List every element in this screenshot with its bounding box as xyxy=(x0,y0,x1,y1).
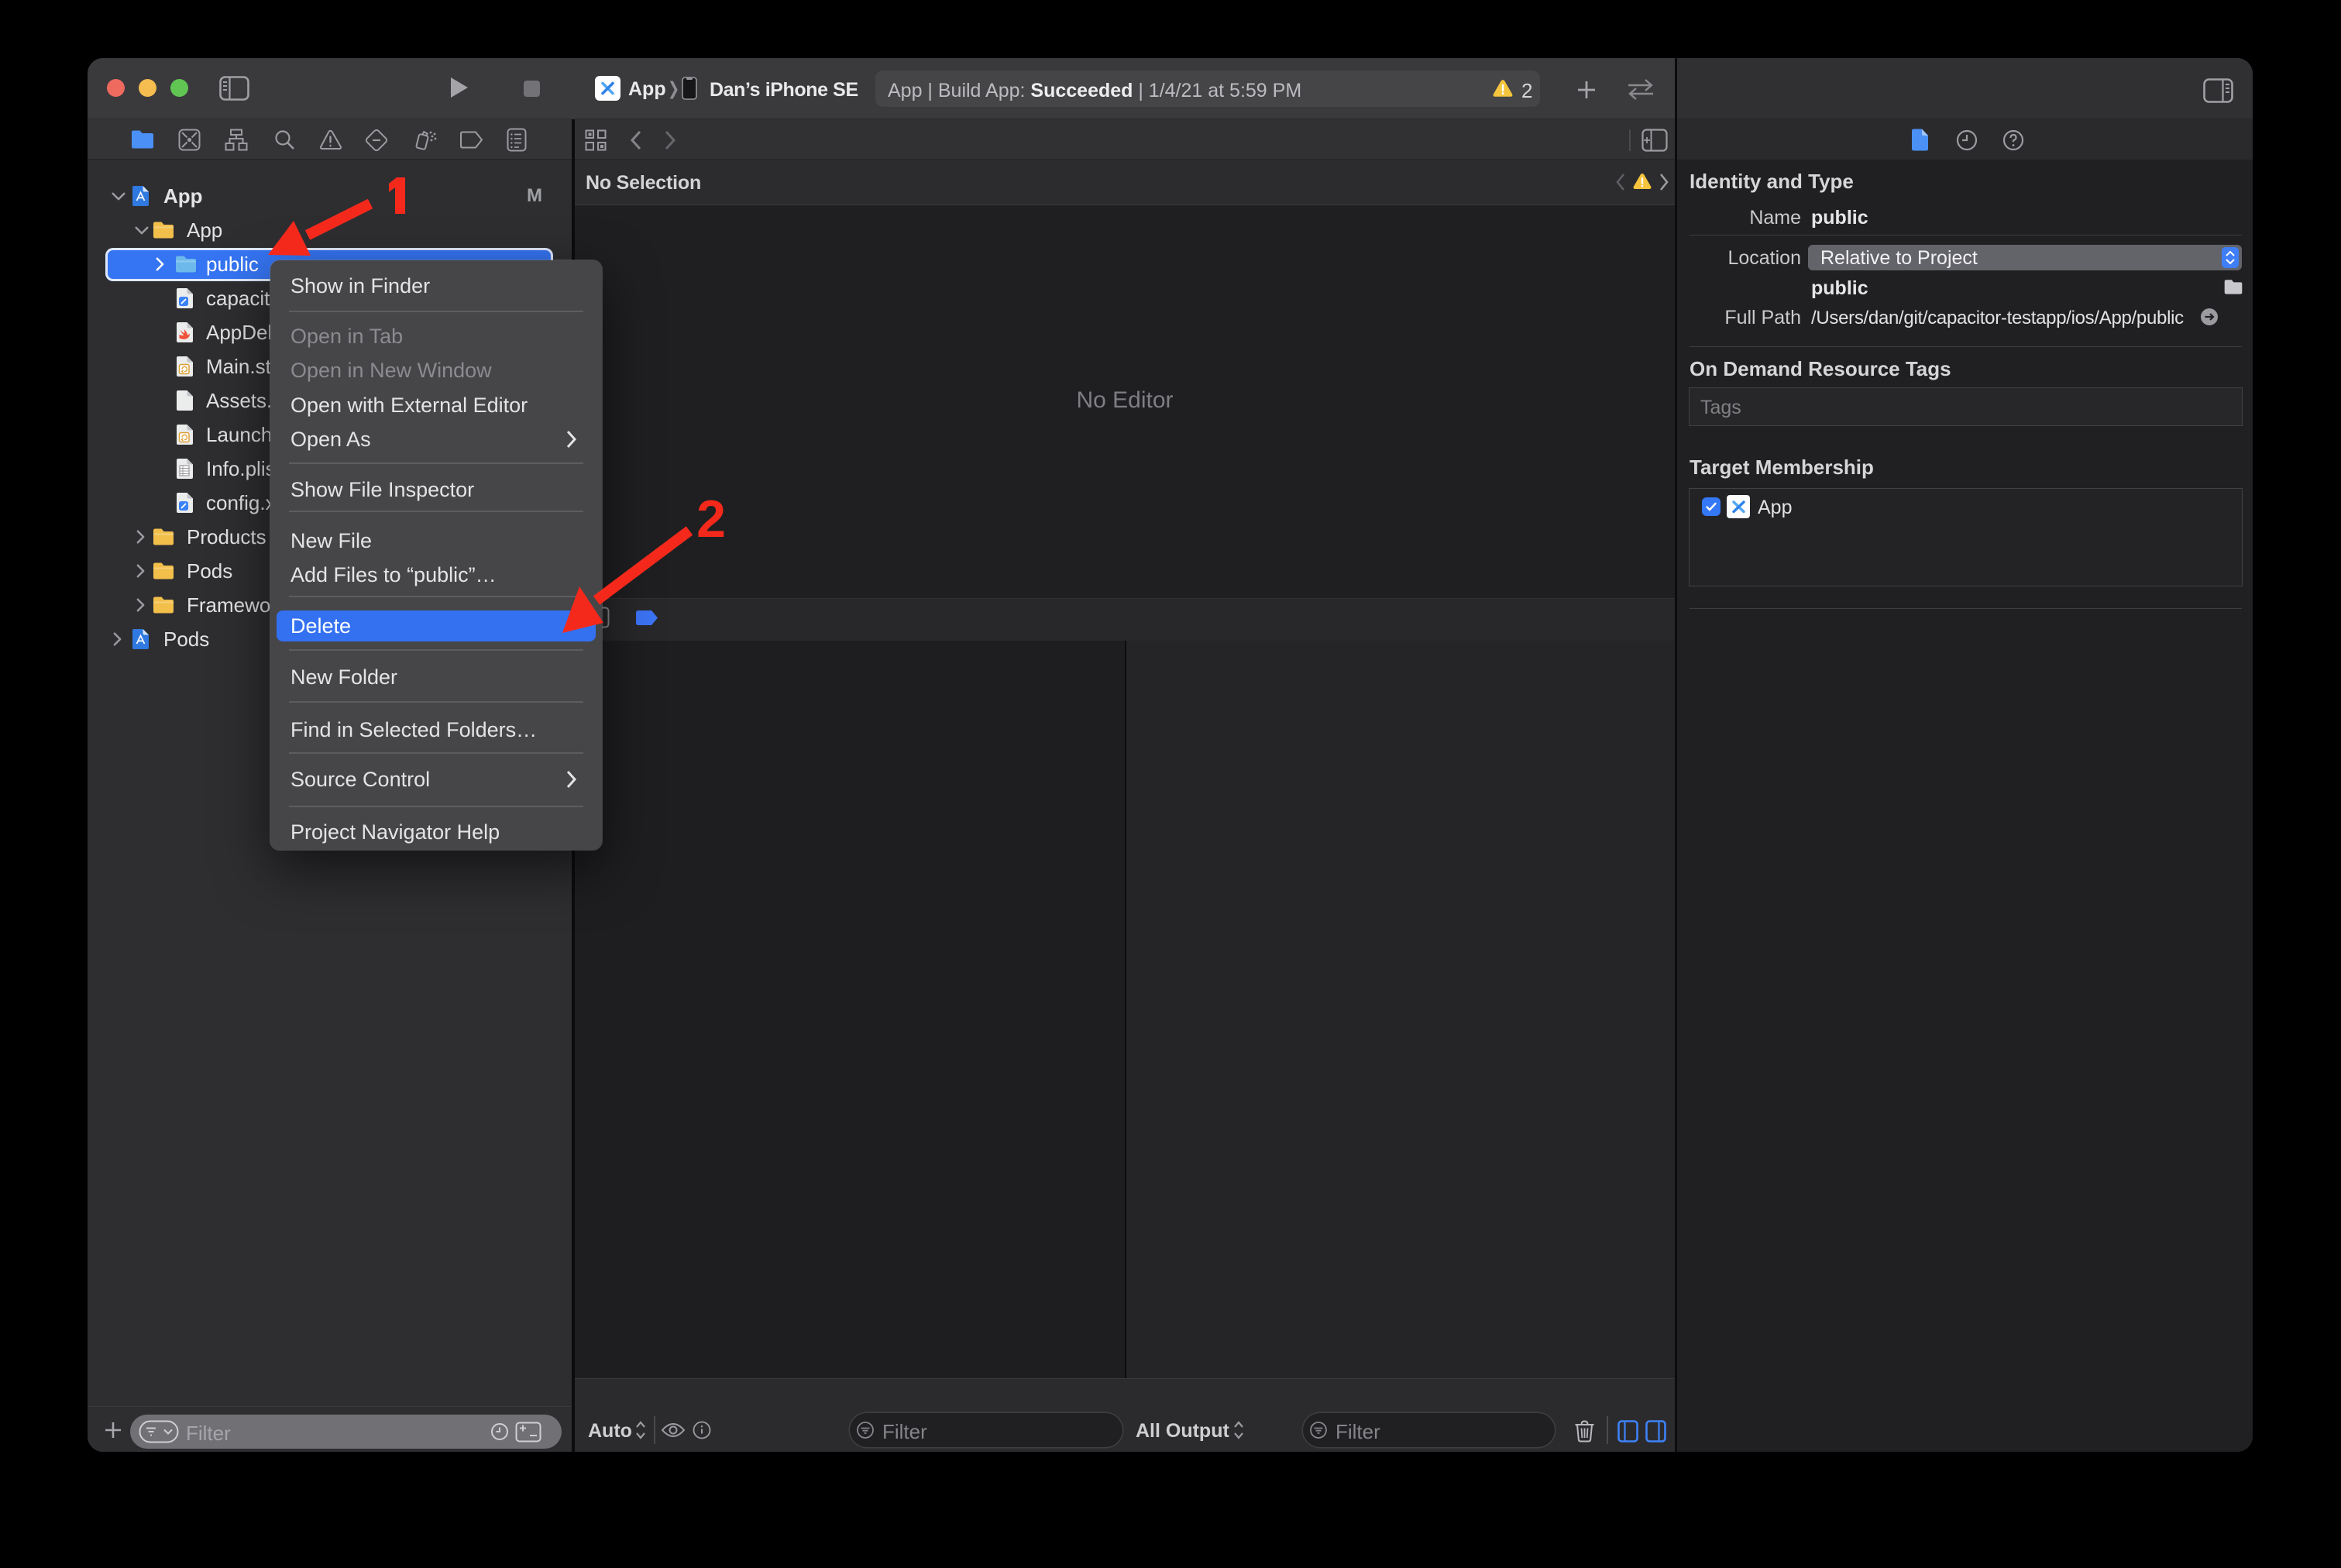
svg-text:2: 2 xyxy=(696,490,726,548)
